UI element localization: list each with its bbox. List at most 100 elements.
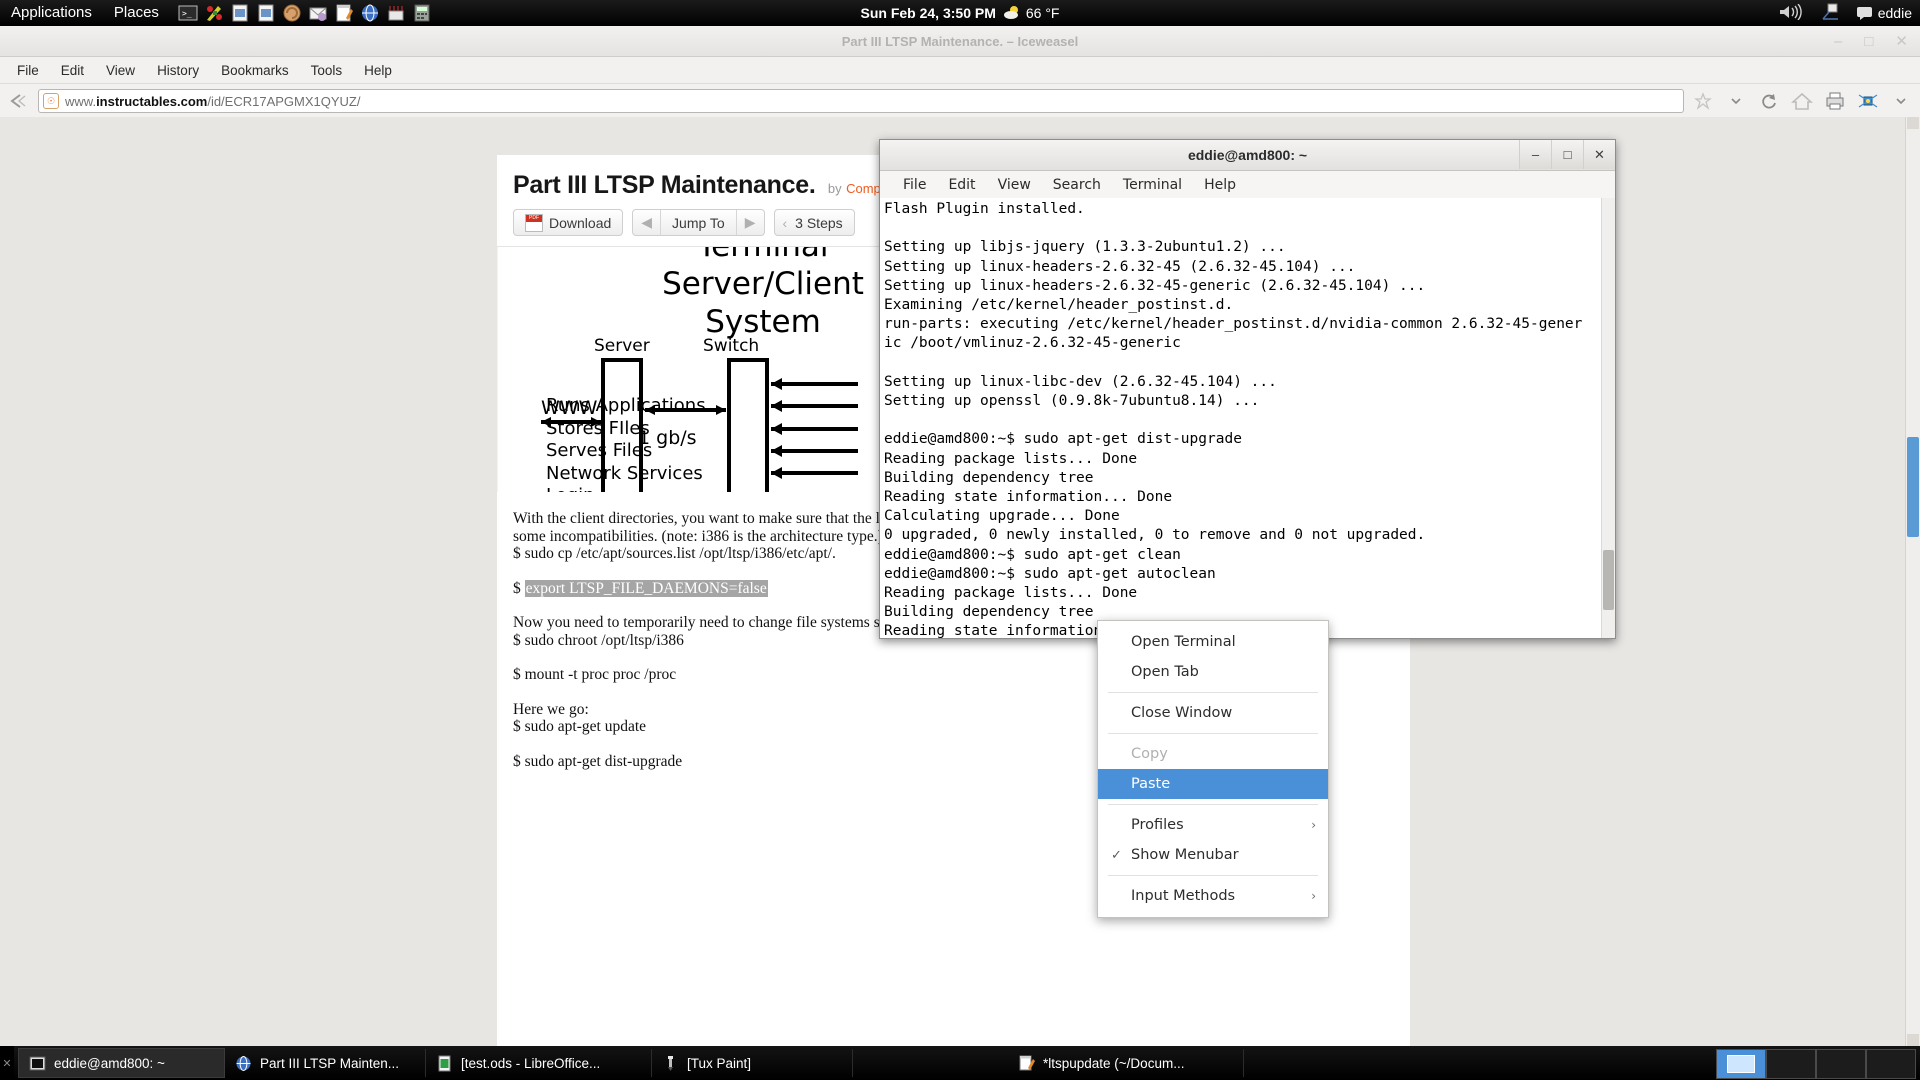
menu-item-show-menubar[interactable]: ✓ Show Menubar [1098,840,1328,870]
page-scrollbar-thumb[interactable] [1907,437,1919,537]
menu-item-open-tab[interactable]: Open Tab [1098,657,1328,687]
menu-item-paste[interactable]: Paste [1098,769,1328,799]
terminal-window-controls: – □ ✕ [1519,140,1615,169]
menu-tools[interactable]: Tools [300,60,354,81]
steps-collapse-icon[interactable]: ‹ [775,210,796,235]
mail-launcher-icon[interactable] [308,3,328,23]
browser-minimize-button[interactable]: – [1834,34,1842,49]
chevron-down-icon[interactable] [1725,90,1747,112]
body-cmd-2: $ sudo chroot /opt/ltsp/i386 [513,631,684,649]
workspace-switcher [1716,1049,1916,1079]
steps-label: 3 Steps [795,214,843,231]
steps-group[interactable]: ‹ 3 Steps [773,209,855,236]
places-menu[interactable]: Places [103,0,170,26]
menu-item-profiles-label: Profiles [1131,817,1184,833]
terminal-icon [29,1056,46,1070]
home-icon[interactable] [1791,90,1813,112]
terminal-minimize-button[interactable]: – [1519,140,1551,169]
workspace-window-preview [1727,1055,1755,1073]
reload-icon[interactable] [1758,90,1780,112]
writer-launcher-icon[interactable] [230,3,250,23]
browser-close-button[interactable]: ✕ [1895,34,1908,49]
menu-item-show-menubar-label: Show Menubar [1131,847,1239,863]
browser-launcher-icon[interactable] [360,3,380,23]
terminal-menu-file[interactable]: File [892,175,937,195]
back-arrow-icon[interactable] [8,90,30,112]
terminal-menu-help[interactable]: Help [1193,175,1247,195]
terminal-menu-edit[interactable]: Edit [937,175,986,195]
print-icon[interactable] [1824,90,1846,112]
terminal-maximize-button[interactable]: □ [1551,140,1583,169]
menu-file[interactable]: File [6,60,50,81]
bookmark-star-icon[interactable] [1692,90,1714,112]
menu-view[interactable]: View [95,60,146,81]
prev-step-button[interactable]: ◀ [633,210,660,235]
nautilus-launcher-icon[interactable] [282,3,302,23]
check-icon: ✓ [1111,847,1122,863]
taskbar: ✕ eddie@amd800: ~ Part III LTSP Mainten.… [0,1046,1920,1080]
body-text-3: Here we go: [513,700,589,718]
terminal-menubar: File Edit View Search Terminal Help [880,171,1615,199]
calc-launcher-icon[interactable] [256,3,276,23]
task-browser[interactable]: Part III LTSP Mainten... [225,1049,426,1077]
calculator-launcher-icon[interactable] [412,3,432,23]
diagram-feature-list: Runs Applications Stores FIles Serves Fi… [546,395,706,492]
browser-navigation-bar: ☉ www.instructables.com/id/ECR17APGMX1QY… [0,84,1920,119]
menu-item-profiles[interactable]: Profiles › [1098,810,1328,840]
body-cmd-4: $ sudo apt-get update [513,718,647,735]
menu-help[interactable]: Help [353,60,403,81]
noscript-icon[interactable] [1857,90,1879,112]
workspace-3[interactable] [1816,1049,1866,1079]
network-icon[interactable] [1821,3,1841,24]
texteditor-launcher-icon[interactable] [334,3,354,23]
editor-icon [1019,1055,1035,1070]
task-browser-label: Part III LTSP Mainten... [260,1055,400,1071]
inkscape-launcher-icon[interactable] [204,3,224,23]
terminal-output: Flash Plugin installed. Setting up libjs… [884,201,1583,638]
pdf-icon [525,213,543,232]
terminal-menu-view[interactable]: View [987,175,1042,195]
show-desktop-icon[interactable]: ✕ [0,1046,14,1080]
user-menu[interactable]: eddie [1856,5,1912,21]
jump-to-button[interactable]: Jump To [661,210,736,235]
browser-maximize-button[interactable]: □ [1864,34,1873,49]
terminal-close-button[interactable]: ✕ [1583,140,1615,169]
scroll-down-arrow[interactable] [1907,1034,1919,1046]
panel-launchers: >_ [178,3,432,23]
task-editor-label: *ltspupdate (~/Docum... [1043,1055,1185,1071]
task-tuxpaint[interactable]: [Tux Paint] [652,1049,853,1077]
scroll-up-arrow[interactable] [1907,117,1919,129]
selected-command[interactable]: export LTSP_FILE_DAEMONS=false [524,579,768,597]
chevron-right-icon: › [1311,818,1316,832]
menu-history[interactable]: History [146,60,210,81]
next-step-button[interactable]: ▶ [737,210,764,235]
terminal-menu-search[interactable]: Search [1042,175,1112,195]
url-bar[interactable]: ☉ www.instructables.com/id/ECR17APGMX1QY… [38,89,1684,113]
page-scrollbar[interactable] [1905,117,1920,1046]
terminal-output-area[interactable]: Flash Plugin installed. Setting up libjs… [880,198,1615,638]
workspace-2[interactable] [1766,1049,1816,1079]
applications-menu[interactable]: Applications [0,0,103,26]
body-cmd-5: $ sudo apt-get dist-upgrade [513,752,683,770]
workspace-1[interactable] [1716,1049,1766,1079]
terminal-scrollbar-thumb[interactable] [1603,550,1614,610]
task-libreoffice-calc[interactable]: [test.ods - LibreOffice... [426,1049,652,1077]
terminal-launcher-icon[interactable]: >_ [178,3,198,23]
menu-item-copy: Copy [1131,746,1168,762]
speaker-icon[interactable] [1779,3,1805,23]
download-button[interactable]: Download [513,209,624,236]
workspace-4[interactable] [1866,1049,1916,1079]
task-calc-label: [test.ods - LibreOffice... [461,1055,601,1071]
terminal-scrollbar[interactable] [1601,198,1615,638]
menu-bookmarks[interactable]: Bookmarks [210,60,300,81]
terminal-menu-terminal[interactable]: Terminal [1112,175,1193,195]
terminal-window: eddie@amd800: ~ – □ ✕ File Edit View Sea… [879,139,1616,639]
menu-item-open-terminal[interactable]: Open Terminal [1098,627,1328,657]
chevron-down-icon-2[interactable] [1890,90,1912,112]
task-terminal[interactable]: eddie@amd800: ~ [18,1048,225,1078]
task-text-editor[interactable]: *ltspupdate (~/Docum... [1008,1049,1244,1077]
menu-item-input-methods[interactable]: Input Methods › [1098,881,1328,911]
menu-item-close-window[interactable]: Close Window [1098,698,1328,728]
menu-edit[interactable]: Edit [50,60,95,81]
tuxpaint-launcher-icon[interactable] [386,3,406,23]
